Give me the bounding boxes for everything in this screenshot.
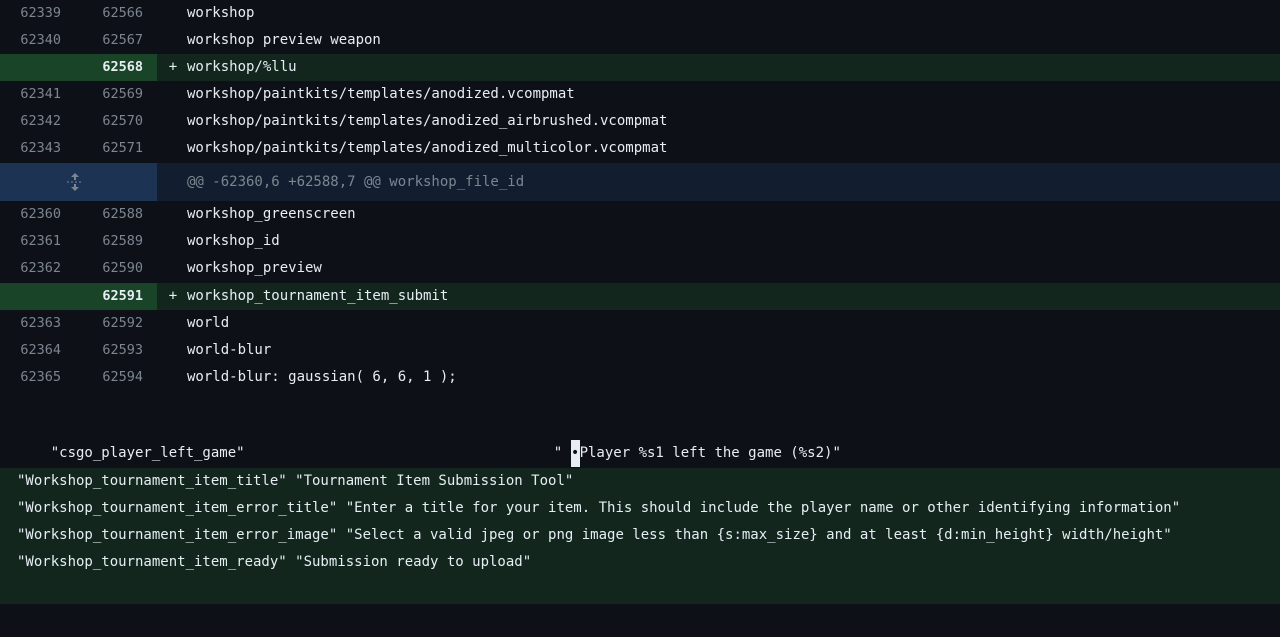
diff-row: 62360 62588 workshop_greenscreen: [0, 201, 1280, 228]
diff-row-added: 62591 + workshop_tournament_item_submit: [0, 283, 1280, 310]
diff-row: 62340 62567 workshop preview weapon: [0, 27, 1280, 54]
hunk-header: @@ -62360,6 +62588,7 @@ workshop_file_id: [0, 163, 1280, 201]
code-line: workshop_preview: [187, 260, 322, 276]
new-line-number[interactable]: 62566: [80, 0, 143, 27]
added-marker: +: [168, 59, 178, 75]
new-line-number[interactable]: 62590: [80, 255, 143, 282]
old-line-number[interactable]: 62339: [0, 0, 61, 27]
localization-value: Player %s1 left the game (%s2)": [579, 445, 841, 461]
code-line: workshop preview weapon: [187, 32, 381, 48]
old-line-number[interactable]: 62364: [0, 337, 61, 364]
code-line: workshop_tournament_item_submit: [187, 288, 449, 304]
added-strings-block: "Workshop_tournament_item_title" "Tourna…: [0, 468, 1280, 604]
new-line-number[interactable]: 62594: [80, 364, 143, 391]
diff-row: 62339 62566 workshop: [0, 0, 1280, 27]
old-line-number[interactable]: 62363: [0, 310, 61, 337]
expand-lines-icon[interactable]: [64, 171, 86, 193]
value-open-quote: ": [553, 445, 571, 461]
code-line: workshop_id: [187, 233, 280, 249]
hunk-header-text: @@ -62360,6 +62588,7 @@ workshop_file_id: [187, 174, 525, 190]
new-line-number[interactable]: 62593: [80, 337, 143, 364]
string-entry: "Workshop_tournament_item_error_title" "…: [17, 500, 1181, 516]
code-line: workshop/paintkits/templates/anodized_mu…: [187, 140, 668, 156]
new-line-number[interactable]: 62592: [80, 310, 143, 337]
diff-row: 62342 62570 workshop/paintkits/templates…: [0, 108, 1280, 135]
old-line-number[interactable]: 62341: [0, 81, 61, 108]
diff-row: 62343 62571 workshop/paintkits/templates…: [0, 135, 1280, 162]
new-line-number[interactable]: 62589: [80, 228, 143, 255]
diff-row: 62361 62589 workshop_id: [0, 228, 1280, 255]
string-entry: "Workshop_tournament_item_ready" "Submis…: [17, 554, 532, 570]
old-line-number[interactable]: 62365: [0, 364, 61, 391]
old-line-number[interactable]: 62340: [0, 27, 61, 54]
new-line-number[interactable]: 62571: [80, 135, 143, 162]
localization-key: "csgo_player_left_game": [50, 445, 245, 461]
diff-row: 62341 62569 workshop/paintkits/templates…: [0, 81, 1280, 108]
diff-row: 62365 62594 world-blur: gaussian( 6, 6, …: [0, 364, 1280, 391]
code-line: workshop_greenscreen: [187, 206, 356, 222]
code-line: world: [187, 315, 230, 331]
old-line-number[interactable]: 62342: [0, 108, 61, 135]
new-line-number[interactable]: 62569: [80, 81, 143, 108]
code-line: workshop/%llu: [187, 59, 297, 75]
new-line-number[interactable]: 62568: [80, 54, 143, 81]
code-line: workshop/paintkits/templates/anodized.vc…: [187, 86, 575, 102]
code-line: workshop/paintkits/templates/anodized_ai…: [187, 113, 668, 129]
old-line-number[interactable]: [0, 54, 61, 81]
old-line-number[interactable]: 62343: [0, 135, 61, 162]
old-line-number[interactable]: 62362: [0, 255, 61, 282]
diff-row: 62362 62590 workshop_preview: [0, 255, 1280, 282]
diff-row: 62363 62592 world: [0, 310, 1280, 337]
old-line-number[interactable]: [0, 283, 61, 310]
new-line-number[interactable]: 62567: [80, 27, 143, 54]
added-marker: +: [168, 288, 178, 304]
code-line: world-blur: gaussian( 6, 6, 1 );: [187, 369, 457, 385]
hunk-gutter: [0, 163, 157, 201]
diff-row: 62364 62593 world-blur: [0, 337, 1280, 364]
text-cursor: •: [570, 440, 580, 467]
string-entry: "Workshop_tournament_item_title" "Tourna…: [17, 473, 574, 489]
new-line-number[interactable]: 62570: [80, 108, 143, 135]
string-entry: "Workshop_tournament_item_error_image" "…: [17, 527, 1172, 543]
new-line-number[interactable]: 62591: [80, 283, 143, 310]
new-line-number[interactable]: 62588: [80, 201, 143, 228]
old-line-number[interactable]: 62360: [0, 201, 61, 228]
code-line: world-blur: [187, 342, 272, 358]
old-line-number[interactable]: 62361: [0, 228, 61, 255]
diff-row-added: 62568 + workshop/%llu: [0, 54, 1280, 81]
code-line: workshop: [187, 5, 255, 21]
